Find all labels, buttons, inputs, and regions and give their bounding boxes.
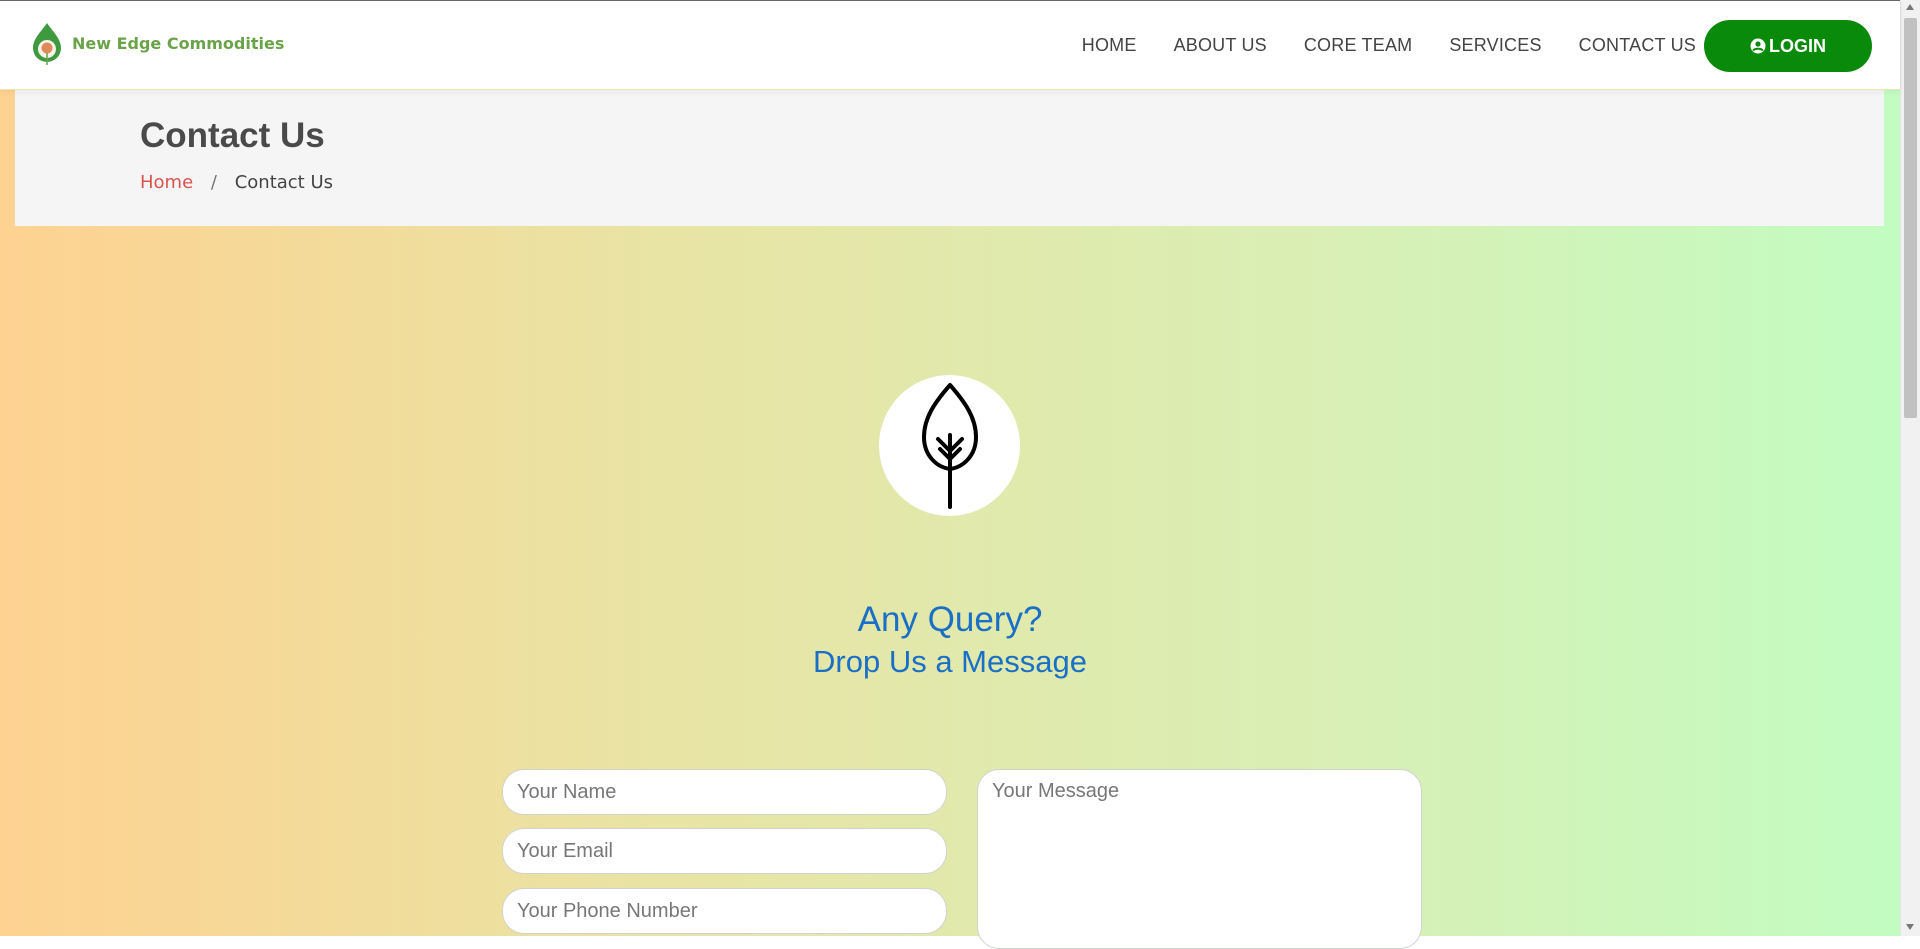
leaf-icon (921, 382, 978, 509)
leaf-badge (879, 375, 1020, 516)
scroll-up-arrow-icon[interactable] (1906, 4, 1914, 10)
query-subtitle: Drop Us a Message (813, 644, 1087, 679)
nav-home[interactable]: HOME (1082, 35, 1137, 56)
login-label: LOGIN (1769, 35, 1826, 56)
breadcrumb-home-link[interactable]: Home (140, 172, 193, 193)
vertical-scrollbar[interactable] (1900, 0, 1920, 936)
brand-name: New Edge Commodities (72, 33, 285, 53)
nav-about-us[interactable]: ABOUT US (1174, 35, 1267, 56)
nav-services[interactable]: SERVICES (1449, 35, 1541, 56)
page-title: Contact Us (140, 116, 325, 155)
breadcrumb: Home / Contact Us (140, 172, 333, 193)
nav-contact-us[interactable]: CONTACT US (1579, 35, 1696, 56)
brand-logo-link[interactable]: New Edge Commodities (30, 21, 284, 65)
scrollbar-thumb[interactable] (1904, 18, 1917, 418)
navbar: New Edge Commodities HOME ABOUT US CORE … (0, 0, 1900, 90)
main-nav: HOME ABOUT US CORE TEAM SERVICES CONTACT… (1082, 1, 1696, 89)
breadcrumb-current: Contact Us (234, 172, 334, 193)
email-field[interactable] (502, 828, 947, 874)
leaf-drop-logo-icon (33, 23, 61, 65)
page-header: Contact Us Home / Contact Us (15, 88, 1884, 226)
nav-core-team[interactable]: CORE TEAM (1304, 35, 1412, 56)
name-field[interactable] (502, 769, 947, 815)
user-circle-icon (1750, 38, 1766, 54)
query-title: Any Query? (857, 600, 1043, 639)
login-button[interactable]: LOGIN (1704, 20, 1872, 72)
scroll-down-arrow-icon[interactable] (1906, 924, 1914, 930)
breadcrumb-separator: / (210, 172, 217, 193)
phone-field[interactable] (502, 888, 947, 934)
message-field[interactable] (977, 769, 1422, 949)
